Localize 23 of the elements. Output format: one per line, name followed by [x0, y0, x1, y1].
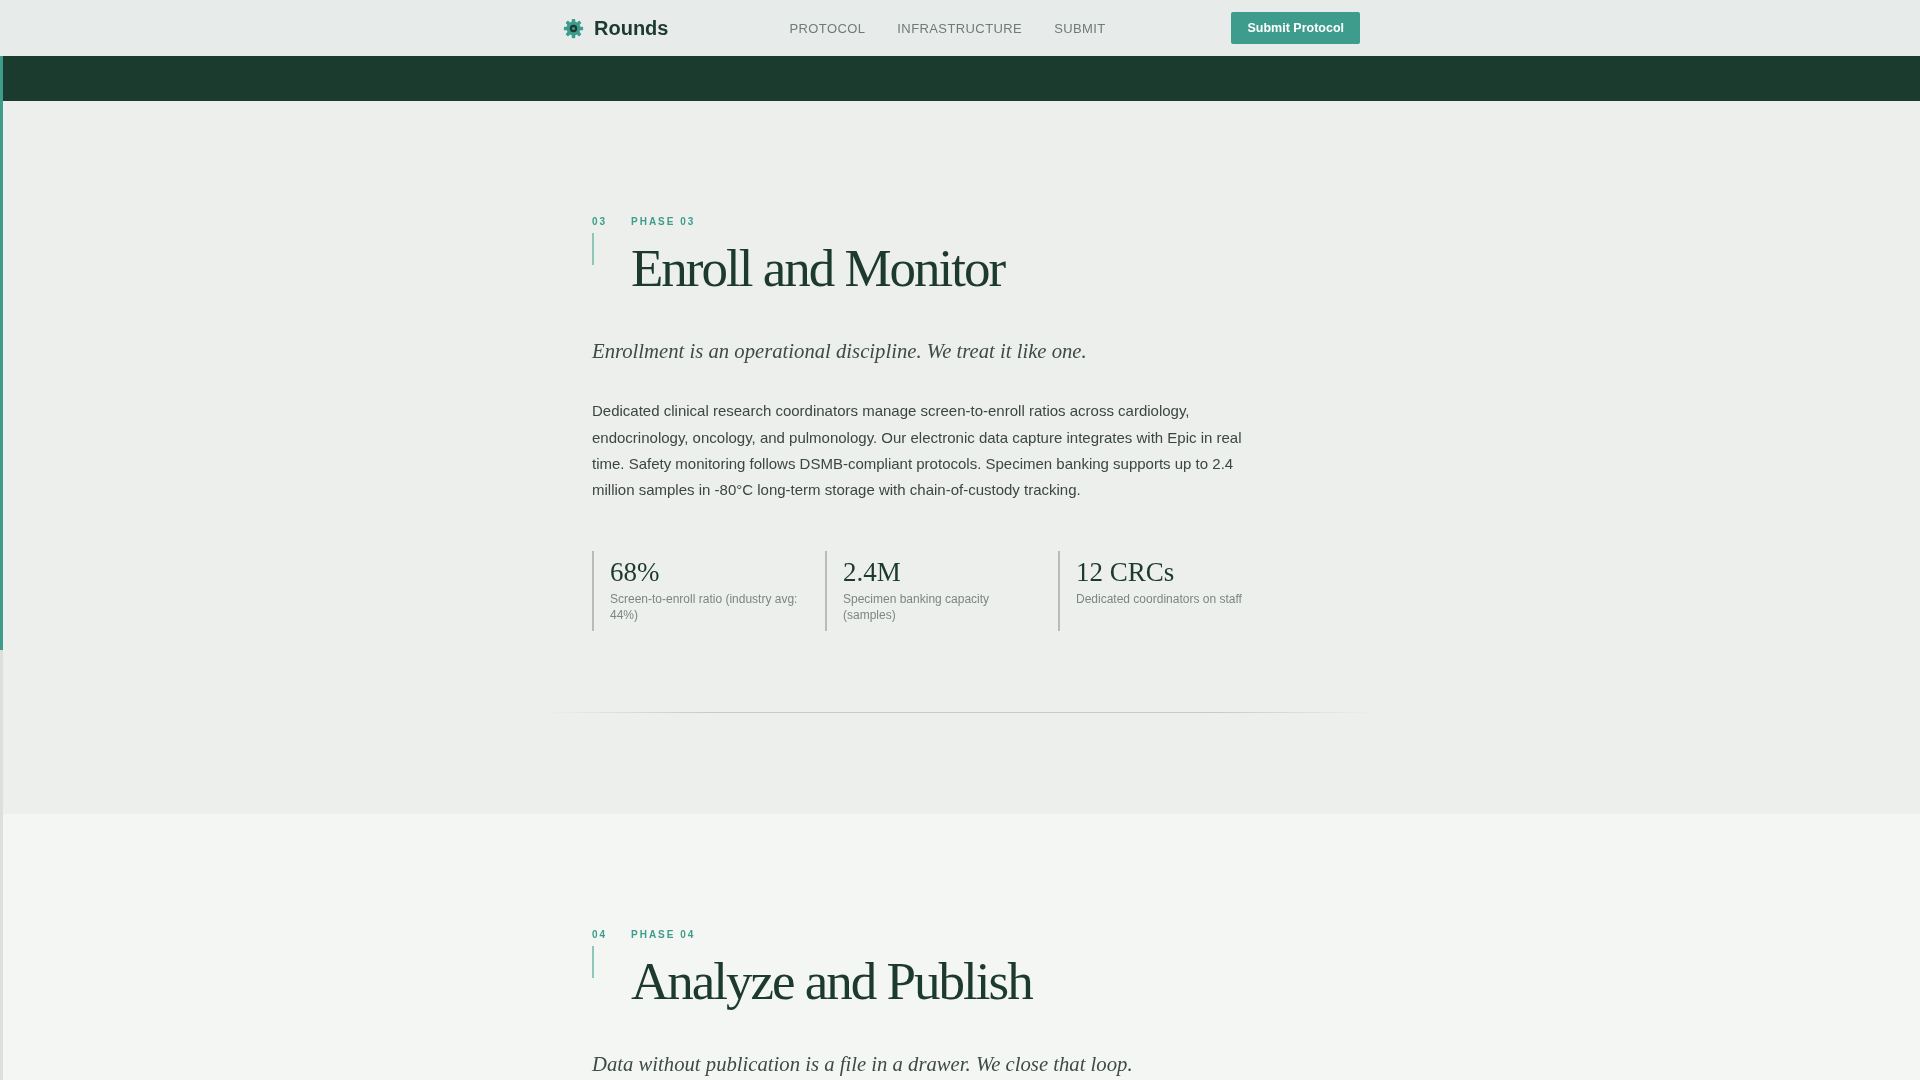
nav-link[interactable]: SUBMIT — [1054, 20, 1106, 36]
brand-name: Rounds — [594, 16, 669, 40]
nav-link[interactable]: INFRASTRUCTURE — [897, 20, 1023, 36]
phase-number: 04 — [592, 928, 609, 943]
accent-line — [592, 233, 594, 265]
stat-value: 12 CRCs — [1076, 556, 1176, 589]
stat-label: Specimen banking capacity (samples) — [843, 591, 991, 624]
stat-value: 2.4M — [843, 556, 902, 589]
nav-link[interactable]: PROTOCOL — [789, 20, 866, 36]
phase-label: PHASE 04 — [631, 928, 697, 943]
phase-title: Enroll and Monitor — [631, 239, 1006, 298]
stat-value: 68% — [610, 556, 661, 589]
submit-protocol-button[interactable]: Submit Protocol — [1231, 12, 1360, 44]
phase-description: Dedicated clinical research coordinators manage screen-to-enroll ratios across cardiology, endocrinology, oncology, and pulmonology. Our electronic data capture integrates with Epic in real time. Safety monitoring follows DSMB-compliant protocols. Specimen banking supports up to 2.4 million samples in -80°C long-term storage with chain-of-custody tracking. — [592, 401, 1243, 500]
phase-title: Analyze and Publish — [631, 952, 1034, 1011]
phase-lede: Data without publication is a file in a drawer. We close that loop. — [592, 1052, 1134, 1078]
gear-icon — [563, 17, 584, 39]
phase-label: PHASE 03 — [631, 215, 697, 229]
stat-label: Dedicated coordinators on staff — [1076, 591, 1243, 608]
phase-number: 03 — [592, 215, 609, 229]
accent-line — [592, 946, 594, 979]
stat-label: Screen-to-enroll ratio (industry avg: 44%) — [610, 591, 799, 624]
phase-lede: Enrollment is an operational discipline. We treat it like one. — [592, 339, 1088, 365]
